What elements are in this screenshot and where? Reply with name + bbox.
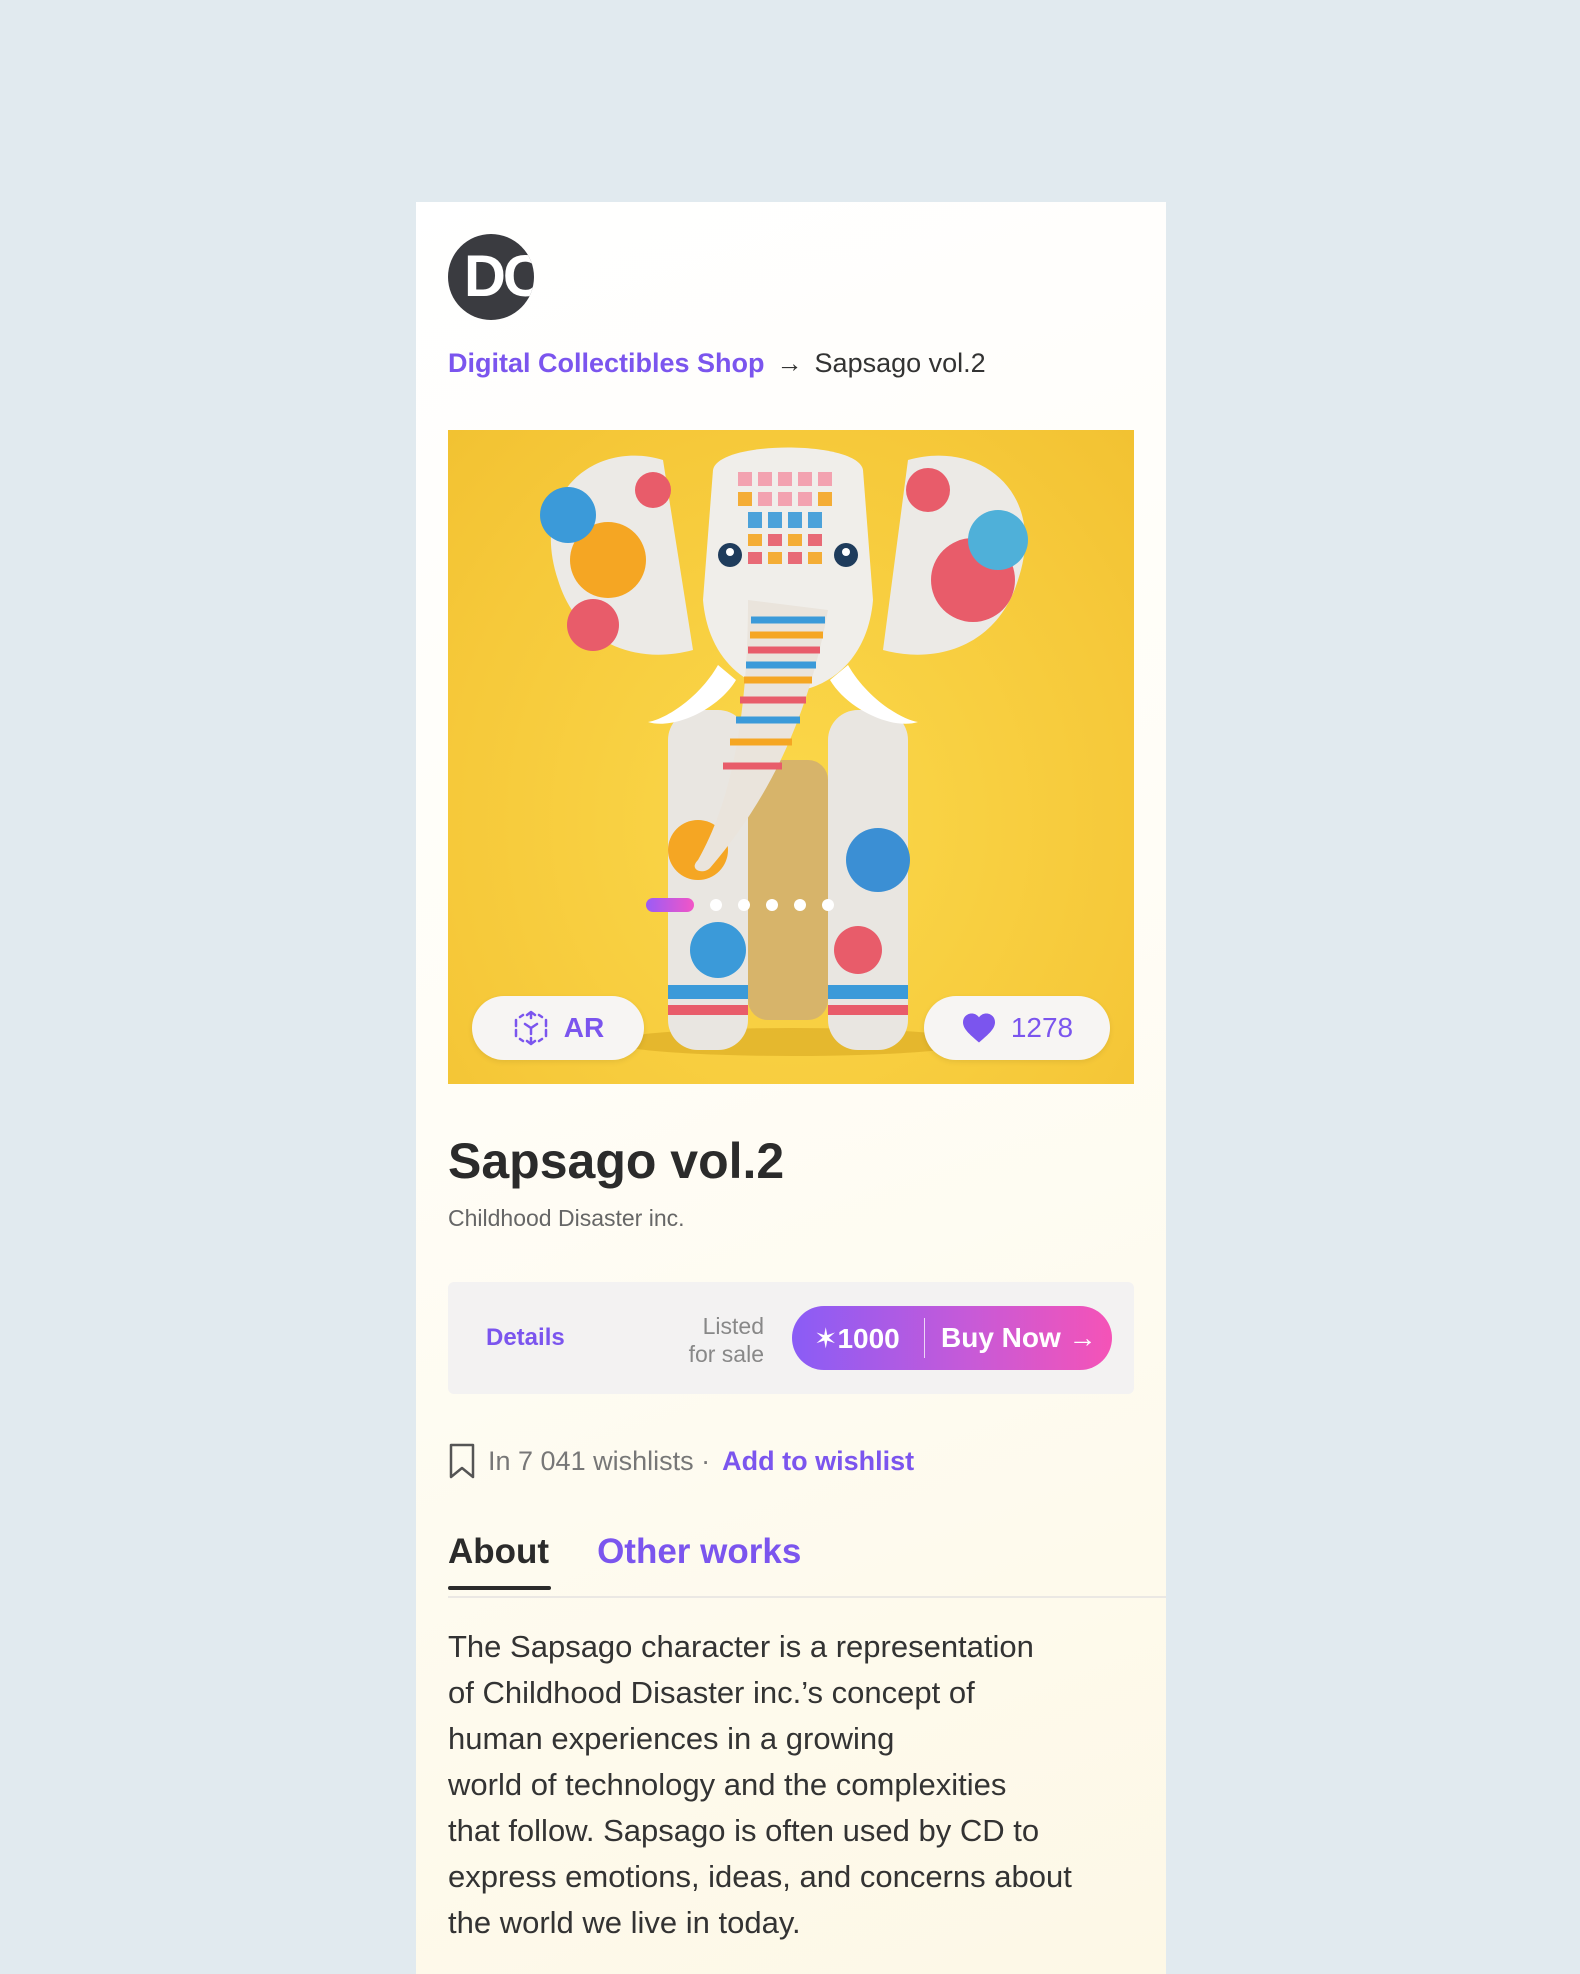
ar-button[interactable]: AR (472, 996, 644, 1060)
bookmark-icon[interactable] (448, 1442, 476, 1480)
wishlist-row: In 7 041 wishlists · Add to wishlist (448, 1442, 914, 1480)
product-card: DC Digital Collectibles Shop → Sapsago v… (416, 202, 1166, 1974)
about-description: The Sapsago character is a representatio… (448, 1624, 1138, 1946)
about-line: The Sapsago character is a representatio… (448, 1629, 1034, 1664)
breadcrumb-current: Sapsago vol.2 (814, 348, 986, 378)
purchase-box: Details Listed for sale ✶1000 Buy Now → (448, 1282, 1134, 1394)
listing-status-line2: for sale (688, 1341, 764, 1367)
tab-other-works[interactable]: Other works (597, 1532, 801, 1588)
arrow-right-icon: → (776, 348, 803, 378)
breadcrumb-shop-link[interactable]: Digital Collectibles Shop (448, 348, 765, 379)
about-line: human experiences in a growing (448, 1721, 895, 1756)
buy-now-label: Buy Now → (941, 1322, 1097, 1353)
breadcrumb: Digital Collectibles Shop → Sapsago vol.… (448, 348, 986, 379)
price: ✶1000 (814, 1322, 900, 1354)
elephant-illustration (540, 447, 1028, 1056)
carousel-dot[interactable] (794, 899, 806, 911)
tab-divider (448, 1596, 1166, 1598)
like-button[interactable]: 1278 (924, 996, 1110, 1060)
carousel-dot[interactable] (822, 899, 834, 911)
likes-count: 1278 (1010, 1012, 1074, 1043)
tab-about[interactable]: About (448, 1532, 552, 1590)
listing-status-line1: Listed (702, 1313, 764, 1339)
listing-status: Listed for sale (684, 1312, 764, 1368)
ar-cube-icon (514, 1010, 548, 1046)
about-line: world of technology and the complexities (448, 1767, 1007, 1802)
carousel-dot[interactable] (710, 899, 722, 911)
buy-now-button[interactable]: ✶1000 Buy Now → (792, 1306, 1112, 1370)
shop-logo-text: DC (464, 244, 534, 309)
shop-logo[interactable]: DC (448, 234, 534, 320)
wishlist-count: In 7 041 wishlists · (488, 1445, 711, 1476)
product-image[interactable]: AR 1278 (448, 430, 1134, 1084)
ar-label: AR (563, 1012, 605, 1043)
carousel-dot-active[interactable] (646, 898, 694, 912)
about-line: the world we live in today. (448, 1905, 801, 1940)
heart-icon (962, 1013, 995, 1043)
add-to-wishlist-link[interactable]: Add to wishlist (722, 1446, 914, 1477)
carousel-dots (646, 898, 834, 912)
creator-name[interactable]: Childhood Disaster inc. (448, 1205, 685, 1232)
carousel-dot[interactable] (766, 899, 778, 911)
about-line: that follow. Sapsago is often used by CD… (448, 1813, 1040, 1848)
tabs: About Other works (448, 1532, 801, 1590)
about-line: express emotions, ideas, and concerns ab… (448, 1859, 1072, 1894)
about-line: of Childhood Disaster inc.’s concept of (448, 1675, 975, 1710)
details-link[interactable]: Details (486, 1324, 565, 1352)
carousel-dot[interactable] (738, 899, 750, 911)
product-title: Sapsago vol.2 (448, 1133, 785, 1189)
